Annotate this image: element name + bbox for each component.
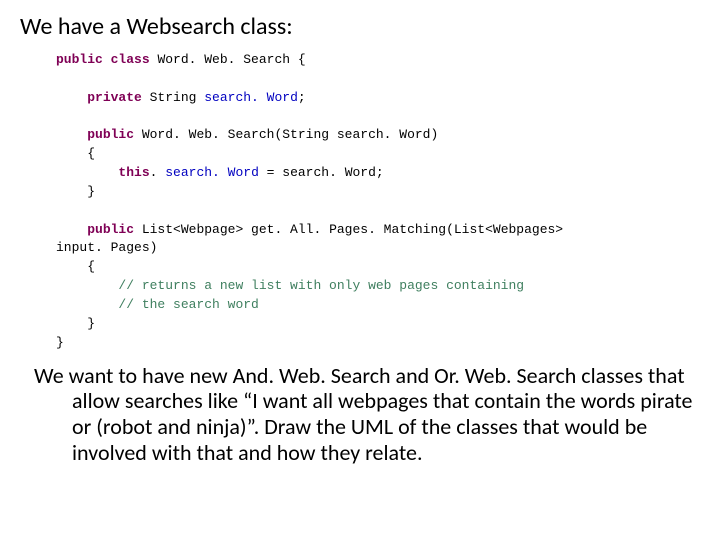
code-text: ; bbox=[298, 90, 306, 105]
brace: } bbox=[56, 335, 64, 350]
kw-class: class bbox=[111, 52, 150, 67]
brace: { bbox=[87, 146, 95, 161]
comment: // returns a new list with only web page… bbox=[118, 278, 524, 293]
kw-this: this bbox=[118, 165, 149, 180]
brace: } bbox=[87, 184, 95, 199]
kw-private: private bbox=[87, 90, 142, 105]
comment: // the search word bbox=[118, 297, 258, 312]
brace: { bbox=[87, 259, 95, 274]
code-text: List<Webpage> get. All. Pages. Matching(… bbox=[134, 222, 563, 237]
brace: } bbox=[87, 316, 95, 331]
code-text: Word. Web. Search(String search. Word) bbox=[134, 127, 438, 142]
kw-public: public bbox=[56, 52, 103, 67]
code-block: public class Word. Web. Search { private… bbox=[56, 51, 700, 353]
code-text: input. Pages) bbox=[56, 240, 157, 255]
member: search. Word bbox=[204, 90, 298, 105]
body-paragraph: We want to have new And. Web. Search and… bbox=[34, 363, 700, 467]
heading: We have a Websearch class: bbox=[20, 12, 700, 41]
kw-public: public bbox=[87, 127, 134, 142]
code-text: . bbox=[150, 165, 166, 180]
code-text: String bbox=[142, 90, 204, 105]
code-text: = search. Word; bbox=[259, 165, 384, 180]
code-text: Word. Web. Search { bbox=[150, 52, 306, 67]
member: search. Word bbox=[165, 165, 259, 180]
kw-public: public bbox=[87, 222, 134, 237]
